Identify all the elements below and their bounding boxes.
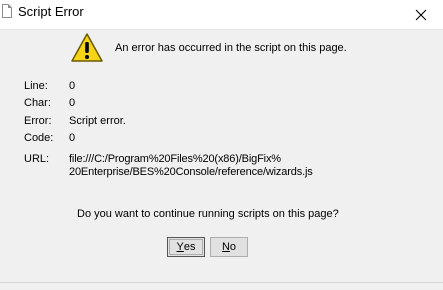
url-line-1: file:///C:/Program%20Files%20(x86)/BigFi…	[69, 153, 281, 165]
continue-question: Do you want to continue running scripts …	[77, 208, 339, 220]
yes-label-rest: es	[183, 241, 196, 253]
url-label: URL:	[24, 153, 50, 165]
no-mnemonic: N	[221, 241, 230, 253]
url-value: file:///C:/Program%20Files%20(x86)/BigFi…	[69, 153, 329, 179]
script-error-dialog: Script Error An error has occurred in th…	[0, 0, 443, 290]
char-label: Char:	[24, 97, 51, 109]
char-value: 0	[69, 97, 76, 109]
document-icon	[2, 4, 12, 18]
bottom-edge	[0, 282, 443, 283]
no-label-rest: o	[229, 241, 237, 253]
error-label: Error:	[24, 115, 52, 127]
code-label: Code:	[24, 132, 54, 144]
error-message: An error has occurred in the script on t…	[115, 42, 347, 54]
code-value: 0	[69, 132, 76, 144]
close-icon	[415, 9, 427, 20]
dialog-title: Script Error	[18, 4, 84, 19]
close-button[interactable]	[399, 0, 443, 29]
title-separator	[0, 29, 443, 30]
title-bar: Script Error	[0, 0, 443, 29]
error-value: Script error.	[69, 115, 126, 127]
line-label: Line:	[24, 80, 48, 92]
yes-mnemonic: Y	[176, 241, 184, 253]
warning-icon	[71, 33, 103, 62]
line-value: 0	[69, 80, 76, 92]
url-line-2: 20Enterprise/BES%20Console/reference/wiz…	[69, 166, 313, 178]
yes-button[interactable]: Yes	[167, 237, 205, 257]
no-button[interactable]: No	[210, 237, 248, 257]
